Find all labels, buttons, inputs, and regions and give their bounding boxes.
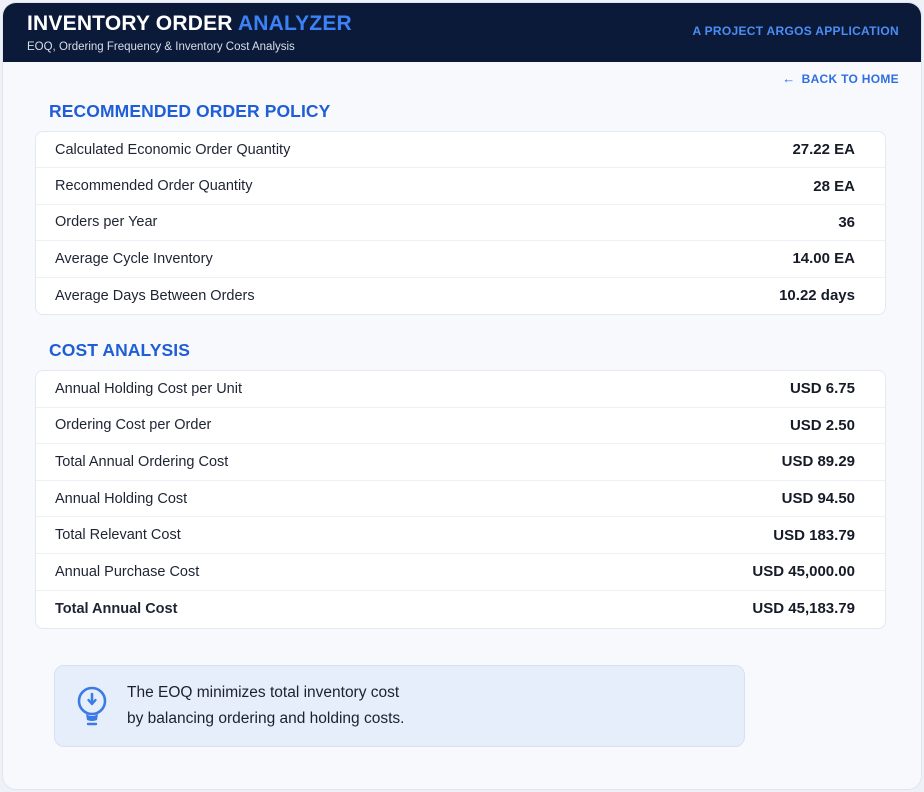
row-value: USD 183.79 [773,526,855,544]
row-label: Annual Holding Cost per Unit [55,380,242,397]
cost-card: Annual Holding Cost per Unit USD 6.75 Ord… [35,370,886,629]
cost-row: Annual Purchase Cost USD 45,000.00 [36,554,885,591]
policy-section-title: RECOMMENDED ORDER POLICY [49,101,331,121]
app-subtitle: EOQ, Ordering Frequency & Inventory Cost… [27,41,295,53]
row-value: USD 45,183.79 [752,600,855,618]
row-label: Calculated Economic Order Quantity [55,141,291,158]
cost-row: Annual Holding Cost USD 94.50 [36,481,885,518]
policy-row: Average Cycle Inventory 14.00 EA [36,241,885,278]
row-value: USD 2.50 [789,416,855,434]
row-label: Total Annual Cost [55,600,178,617]
row-value: 36 [838,213,855,231]
policy-card: Calculated Economic Order Quantity 27.22 … [35,131,886,315]
note-line-2: by balancing ordering and holding costs. [127,710,405,727]
row-label: Total Relevant Cost [55,527,181,544]
cost-row: Total Annual Cost USD 45,183.79 [36,591,885,628]
cost-row: Annual Holding Cost per Unit USD 6.75 [36,371,885,408]
row-label: Total Annual Ordering Cost [55,453,229,470]
note-line-1: The EOQ minimizes total inventory cost [127,684,400,701]
arrow-left-icon: ← [782,71,796,86]
cost-row: Total Annual Ordering Cost USD 89.29 [36,444,885,481]
row-label: Ordering Cost per Order [55,417,212,434]
back-to-home-link[interactable]: ← BACK TO HOME [782,71,899,86]
row-value: USD 94.50 [781,490,855,508]
title-block: INVENTORY ORDER ANALYZER EOQ, Ordering F… [27,11,352,54]
note-text: The EOQ minimizes total inventory cost b… [127,680,404,732]
row-value: USD 89.29 [781,453,855,471]
app-title-accent: ANALYZER [237,12,352,35]
app-window: INVENTORY ORDER ANALYZER EOQ, Ordering F… [2,2,922,790]
info-note: The EOQ minimizes total inventory cost b… [54,665,745,747]
policy-row: Average Days Between Orders 10.22 days [36,278,885,314]
row-value: USD 45,000.00 [752,563,855,581]
lightbulb-icon [77,686,107,726]
back-to-home-label: BACK TO HOME [801,71,899,86]
cost-row: Total Relevant Cost USD 183.79 [36,517,885,554]
row-label: Average Days Between Orders [55,287,255,304]
row-value: 14.00 EA [792,250,855,268]
policy-row: Orders per Year 36 [36,205,885,242]
row-value: 10.22 days [779,287,855,305]
policy-row: Calculated Economic Order Quantity 27.22 … [36,132,885,169]
row-label: Orders per Year [55,214,158,231]
brand-label: A PROJECT ARGOS APPLICATION [692,24,899,38]
cost-section-title: COST ANALYSIS [49,340,191,360]
row-label: Average Cycle Inventory [55,250,213,267]
app-title-main: INVENTORY ORDER [27,12,238,35]
row-label: Annual Purchase Cost [55,563,200,580]
policy-row: Recommended Order Quantity 28 EA [36,168,885,205]
row-label: Recommended Order Quantity [55,178,253,195]
row-value: 28 EA [813,177,855,195]
row-value: 27.22 EA [792,141,855,159]
row-label: Annual Holding Cost [55,490,188,507]
row-value: USD 6.75 [789,380,855,398]
cost-row: Ordering Cost per Order USD 2.50 [36,408,885,445]
app-header: INVENTORY ORDER ANALYZER EOQ, Ordering F… [3,3,921,62]
app-title: INVENTORY ORDER ANALYZER [27,11,352,37]
